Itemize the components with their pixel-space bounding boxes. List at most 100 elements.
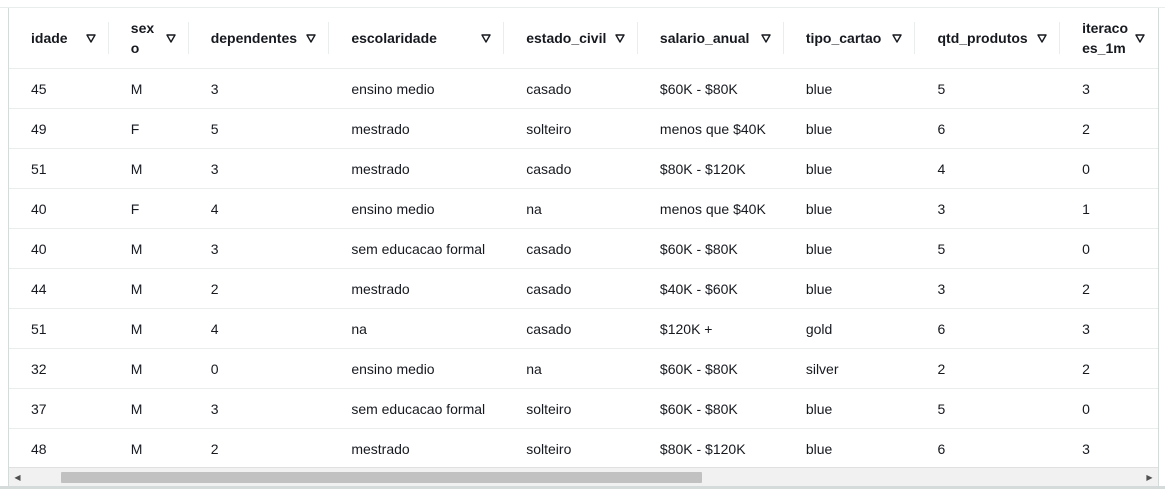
table-cell-iteracoes-12m: 3 <box>1082 80 1090 97</box>
table-cell-qtd-produtos: 4 <box>937 160 946 177</box>
table-cell-tipo-cartao: silver <box>805 360 839 377</box>
table-cell-iteracoes-12m: 1 <box>1082 200 1090 217</box>
table-cell-salario-anual: $80K - $120K <box>659 440 746 457</box>
table-cell-dependentes: 2 <box>210 280 219 297</box>
sort-down-triangle-icon[interactable] <box>478 30 494 46</box>
table-cell-iteracoes-12m: 2 <box>1082 280 1090 297</box>
table-row: 37 M 3 sem educacao formal solteiro $60K - $8… <box>9 389 1158 429</box>
table-cell-qtd-produtos: 6 <box>937 120 946 137</box>
table-row: 49 F 5 mestrado solteiro menos que $40K blue 6 2 <box>9 109 1158 149</box>
table-row: 51 M 4 na casado $120K + gold 6 3 <box>9 309 1158 349</box>
table-cell-tipo-cartao: gold <box>805 320 833 337</box>
column-header-label: idade <box>31 30 68 46</box>
table-cell-salario-anual: $60K - $80K <box>659 360 738 377</box>
scroll-right-arrow-icon[interactable]: ▶ <box>1141 468 1158 486</box>
table-cell-estado-civil: casado <box>526 320 572 337</box>
column-header-iteracoes-12m[interactable]: iteracoes_1m <box>1060 8 1158 69</box>
table-header-row: idade sexo dependentes escolaridade estado_c… <box>9 8 1158 69</box>
table-cell-dependentes: 3 <box>210 80 219 97</box>
table-cell-sexo: M <box>130 80 143 97</box>
column-header-idade[interactable]: idade <box>9 8 109 69</box>
table-cell-tipo-cartao: blue <box>805 440 833 457</box>
table-cell-tipo-cartao: blue <box>805 160 833 177</box>
column-header-dependentes[interactable]: dependentes <box>188 8 330 69</box>
table-cell-sexo: M <box>130 400 143 417</box>
table-cell-iteracoes-12m: 3 <box>1082 320 1090 337</box>
column-header-label: estado_civil <box>526 30 607 46</box>
column-header-label: dependentes <box>210 30 298 46</box>
table-cell-estado-civil: casado <box>526 160 572 177</box>
column-header-label: iteracoes_1m <box>1082 20 1129 56</box>
column-header-estado-civil[interactable]: estado_civil <box>504 8 638 69</box>
sort-down-triangle-icon[interactable] <box>303 30 319 46</box>
table-cell-idade: 49 <box>31 120 47 137</box>
table-cell-salario-anual: $60K - $80K <box>659 240 738 257</box>
column-header-label: tipo_cartao <box>805 30 882 46</box>
column-header-salario-anual[interactable]: salario_anual <box>637 8 784 69</box>
table-cell-qtd-produtos: 5 <box>937 240 946 257</box>
table-cell-sexo: M <box>130 440 143 457</box>
table-cell-iteracoes-12m: 0 <box>1082 240 1090 257</box>
sort-down-triangle-icon[interactable] <box>889 30 905 46</box>
table-row: 32 M 0 ensino medio na $60K - $80K silver 2 2 <box>9 349 1158 389</box>
table-cell-dependentes: 4 <box>210 320 219 337</box>
table-cell-sexo: F <box>130 200 140 217</box>
table-cell-iteracoes-12m: 2 <box>1082 360 1090 377</box>
sort-down-triangle-icon[interactable] <box>83 30 99 46</box>
results-table: idade sexo dependentes escolaridade estado_c… <box>9 8 1158 469</box>
table-cell-tipo-cartao: blue <box>805 400 833 417</box>
table-cell-sexo: M <box>130 360 143 377</box>
table-cell-iteracoes-12m: 2 <box>1082 120 1090 137</box>
horizontal-scrollbar[interactable]: ◀ ▶ <box>9 467 1158 486</box>
table-cell-escolaridade: ensino medio <box>351 200 435 217</box>
table-cell-dependentes: 3 <box>210 400 219 417</box>
table-cell-escolaridade: na <box>351 320 367 337</box>
column-header-qtd-produtos[interactable]: qtd_produtos <box>915 8 1061 69</box>
table-cell-dependentes: 0 <box>210 360 219 377</box>
sort-down-triangle-icon[interactable] <box>612 30 628 46</box>
table-cell-idade: 32 <box>31 360 47 377</box>
column-header-escolaridade[interactable]: escolaridade <box>329 8 505 69</box>
table-row: 51 M 3 mestrado casado $80K - $120K blue 4 0 <box>9 149 1158 189</box>
table-cell-salario-anual: menos que $40K <box>659 120 766 137</box>
sort-down-triangle-icon[interactable] <box>1034 30 1050 46</box>
table-cell-dependentes: 5 <box>210 120 219 137</box>
column-header-sexo[interactable]: sexo <box>108 8 189 69</box>
table-cell-estado-civil: na <box>526 360 542 377</box>
table-cell-dependentes: 3 <box>210 240 219 257</box>
column-header-label: salario_anual <box>659 30 750 46</box>
table-cell-idade: 44 <box>31 280 47 297</box>
table-cell-sexo: M <box>130 240 143 257</box>
table-cell-tipo-cartao: blue <box>805 120 833 137</box>
table-body: 45 M 3 ensino medio casado $60K - $80K blue 5 3 4… <box>9 69 1158 469</box>
sort-down-triangle-icon[interactable] <box>1132 30 1148 46</box>
table-cell-qtd-produtos: 3 <box>937 280 946 297</box>
scrollbar-thumb[interactable] <box>61 472 702 483</box>
table-cell-escolaridade: ensino medio <box>351 80 435 97</box>
sort-down-triangle-icon[interactable] <box>758 30 774 46</box>
top-border <box>0 0 1165 8</box>
scroll-left-arrow-icon[interactable]: ◀ <box>9 468 26 486</box>
table-cell-qtd-produtos: 3 <box>937 200 946 217</box>
table-cell-idade: 45 <box>31 80 47 97</box>
table-row: 48 M 2 mestrado solteiro $80K - $120K blue 6 3 <box>9 429 1158 469</box>
table-cell-iteracoes-12m: 3 <box>1082 440 1090 457</box>
table-cell-escolaridade: mestrado <box>351 440 410 457</box>
table-cell-escolaridade: mestrado <box>351 280 410 297</box>
table-cell-tipo-cartao: blue <box>805 280 833 297</box>
results-table-container: idade sexo dependentes escolaridade estado_c… <box>8 8 1159 486</box>
column-header-label: sexo <box>130 20 155 56</box>
table-cell-salario-anual: $40K - $60K <box>659 280 738 297</box>
table-cell-qtd-produtos: 5 <box>937 80 946 97</box>
table-cell-qtd-produtos: 2 <box>937 360 946 377</box>
table-row: 40 F 4 ensino medio na menos que $40K blue 3 1 <box>9 189 1158 229</box>
table-cell-qtd-produtos: 6 <box>937 440 946 457</box>
table-cell-sexo: M <box>130 280 143 297</box>
sort-down-triangle-icon[interactable] <box>163 30 179 46</box>
table-cell-escolaridade: mestrado <box>351 160 410 177</box>
column-header-tipo-cartao[interactable]: tipo_cartao <box>783 8 916 69</box>
table-cell-escolaridade: ensino medio <box>351 360 435 377</box>
table-row: 40 M 3 sem educacao formal casado $60K - $80K… <box>9 229 1158 269</box>
column-header-label: qtd_produtos <box>937 30 1028 46</box>
table-row: 45 M 3 ensino medio casado $60K - $80K blue 5 3 <box>9 69 1158 109</box>
